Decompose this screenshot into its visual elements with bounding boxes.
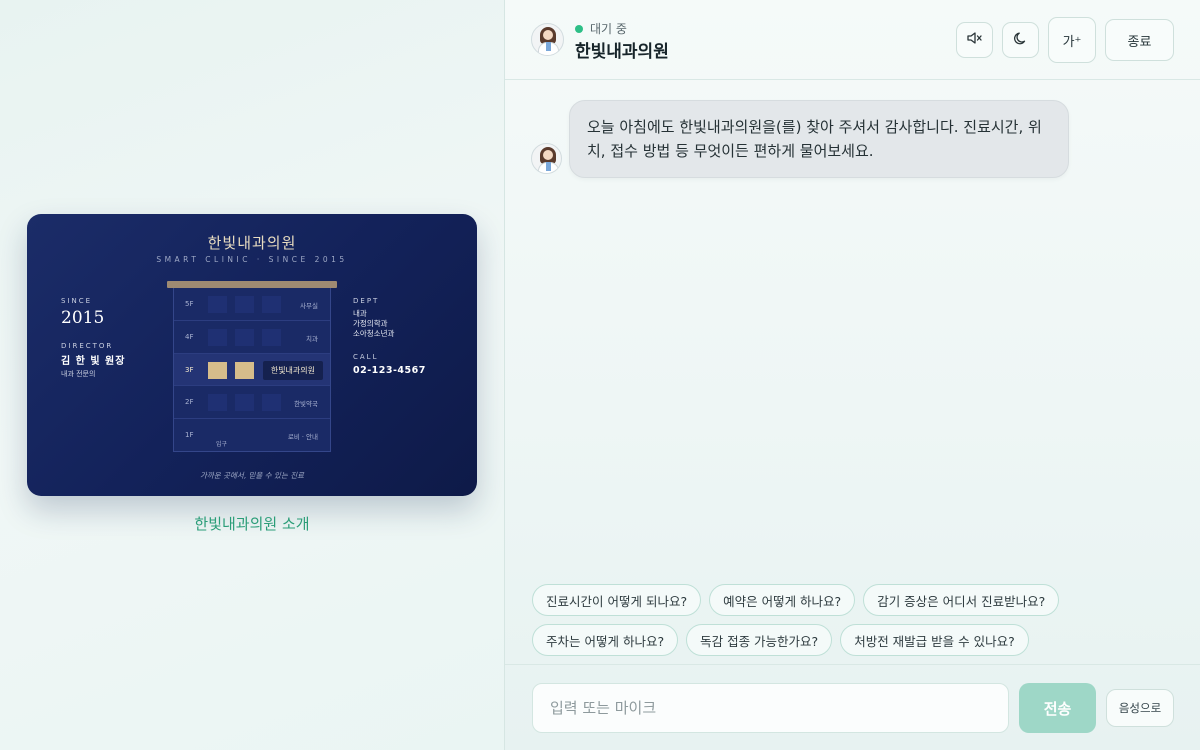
window — [262, 394, 281, 412]
lit-window — [208, 361, 227, 379]
card-left-info: SINCE 2015 DIRECTOR 김 한 빛 원장 내과 전문의 — [61, 297, 125, 379]
window — [208, 328, 227, 346]
since-label: SINCE — [61, 297, 93, 305]
suggestion-chip-hours[interactable]: 진료시간이 어떻게 되나요? — [532, 584, 702, 616]
floor-3f-clinic: 3F 한빛내과의원 — [174, 353, 330, 387]
clinic-intro-panel: 한빛내과의원 SMART CLINIC · SINCE 2015 SINCE 2… — [0, 0, 504, 750]
assistant-message-bubble: 오늘 아침에도 한빛내과의원을(를) 찾아 주셔서 감사합니다. 진료시간, 위… — [569, 100, 1069, 178]
lit-window — [235, 361, 254, 379]
window — [262, 296, 281, 313]
card-subtitle: SMART CLINIC · SINCE 2015 — [156, 255, 348, 264]
voice-input-button[interactable]: 음성으로 — [1106, 689, 1174, 727]
window — [235, 394, 254, 412]
entrance-label: 입구 — [216, 441, 228, 449]
suggestion-chip-parking[interactable]: 주차는 어떻게 하나요? — [532, 624, 679, 656]
chip-row: 진료시간이 어떻게 되나요? 예약은 어떻게 하나요? 감기 증상은 어디서 진… — [532, 584, 1172, 616]
floor-number: 4F — [185, 332, 194, 341]
window — [208, 296, 227, 313]
suggestion-chip-reservation[interactable]: 예약은 어떻게 하나요? — [709, 584, 856, 616]
dept-label: DEPT — [353, 297, 380, 305]
chip-row: 주차는 어떻게 하나요? 독감 접종 가능한가요? 처방전 재발급 받을 수 있… — [532, 624, 1172, 656]
message-input[interactable] — [532, 683, 1009, 733]
floor-5f: 5F 사무실 — [174, 288, 330, 321]
floor-1f: 1F 입구 로비 · 안내 — [174, 419, 330, 452]
header-clinic-name: 한빛내과의원 — [575, 42, 669, 62]
suggestion-chips: 진료시간이 어떻게 되나요? 예약은 어떻게 하나요? 감기 증상은 어디서 진… — [532, 584, 1172, 664]
clinic-floor-badge: 한빛내과의원 — [262, 360, 323, 380]
card-right-info: DEPT 내과 가정의학과 소아청소년과 CALL 02-123-4567 — [353, 297, 426, 376]
director-name: 김 한 빛 원장 — [61, 356, 126, 367]
floor-tag: 로비 · 안내 — [287, 433, 318, 442]
dept-list: 내과 가정의학과 소아청소년과 — [353, 309, 426, 339]
dept-item: 소아청소년과 — [353, 329, 395, 338]
director-specialty: 내과 전문의 — [61, 370, 96, 378]
floor-2f: 2F 한빛약국 — [174, 386, 330, 420]
call-label: CALL — [353, 353, 379, 361]
card-title: 한빛내과의원 — [207, 234, 297, 252]
building-illustration: 5F 사무실 4F 치과 3F 한빛내과의원 2F 한빛약국 1F 입구 로비 … — [173, 288, 331, 452]
phone-number: 02-123-4567 — [353, 365, 426, 376]
status-dot — [575, 24, 583, 33]
suggestion-chip-prescription[interactable]: 처방전 재발급 받을 수 있나요? — [840, 624, 1029, 656]
send-button[interactable]: 전송 — [1019, 683, 1096, 733]
floor-number: 1F — [185, 431, 194, 440]
clinic-info-card[interactable]: 한빛내과의원 SMART CLINIC · SINCE 2015 SINCE 2… — [27, 214, 477, 496]
floor-number: 2F — [185, 398, 194, 407]
font-size-button[interactable]: 가⁺ — [1048, 17, 1096, 63]
dept-item: 가정의학과 — [353, 319, 388, 328]
floor-tag: 사무실 — [300, 302, 318, 310]
mute-button[interactable] — [956, 22, 993, 58]
window — [262, 328, 281, 346]
assistant-avatar — [531, 23, 564, 56]
chat-panel: 대기 중 한빛내과의원 가⁺ 종료 오늘 아침에도 한빛내과의원을(를) 찾아 … — [504, 0, 1200, 750]
chat-input-bar: 전송 음성으로 — [505, 664, 1200, 750]
suggestion-chip-flu-shot[interactable]: 독감 접종 가능한가요? — [686, 624, 833, 656]
floor-tag: 한빛약국 — [294, 400, 318, 409]
speaker-mute-icon — [966, 31, 983, 49]
since-value: 2015 — [61, 308, 105, 328]
assistant-message-avatar — [531, 143, 562, 174]
window — [208, 394, 227, 412]
floor-4f: 4F 치과 — [174, 321, 330, 354]
suggestion-chip-cold[interactable]: 감기 증상은 어디서 진료받나요? — [863, 584, 1060, 616]
window — [235, 296, 254, 313]
dark-mode-button[interactable] — [1002, 22, 1039, 58]
dept-item: 내과 — [353, 309, 367, 318]
chat-header: 대기 중 한빛내과의원 가⁺ 종료 — [505, 0, 1200, 80]
end-button[interactable]: 종료 — [1105, 19, 1174, 61]
moon-icon — [1013, 31, 1028, 50]
window — [235, 328, 254, 346]
floor-tag: 치과 — [306, 334, 318, 343]
card-caption: 한빛내과의원 소개 — [194, 515, 310, 533]
building-roof — [167, 281, 337, 288]
floor-number: 3F — [185, 365, 194, 374]
status-text: 대기 중 — [590, 22, 627, 36]
floor-number: 5F — [185, 300, 194, 308]
card-motto: 가까운 곳에서, 믿을 수 있는 진료 — [199, 471, 304, 480]
director-label: DIRECTOR — [61, 342, 114, 350]
status-indicator: 대기 중 — [575, 20, 627, 37]
